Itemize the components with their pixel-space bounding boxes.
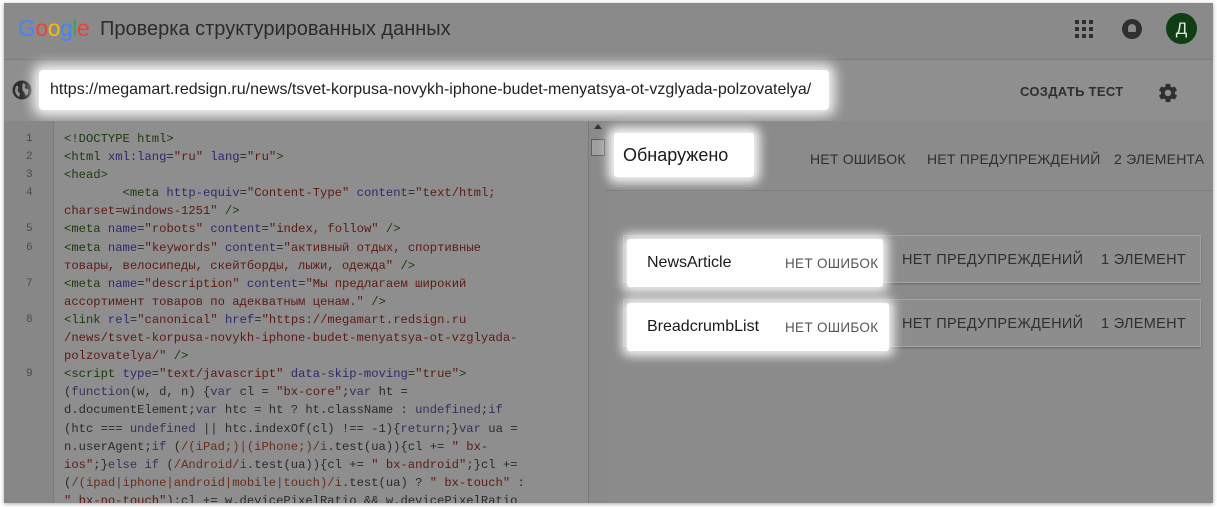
code-editor[interactable]: 1 <!DOCTYPE html> 2 <html xml:lang="ru" lan… xyxy=(4,130,588,503)
code-line: 5 <meta name="robots" content="index, fol… xyxy=(4,220,548,238)
code-text: <link rel="canonical" href="https://mega… xyxy=(64,312,518,364)
result-item-label-box: NewsArticle НЕТ ОШИБОК xyxy=(627,239,883,287)
logo-letter: o xyxy=(35,15,48,41)
line-number: 5 xyxy=(26,223,33,236)
line-number: 8 xyxy=(26,313,33,326)
code-line: 9 <script type="text/javascript" data-ski… xyxy=(4,365,548,503)
line-number: 1 xyxy=(26,133,33,145)
logo-letter: o xyxy=(47,15,61,41)
result-item-errors: НЕТ ОШИБОК xyxy=(785,320,879,335)
create-test-button[interactable]: СОЗДАТЬ ТЕСТ xyxy=(1020,84,1123,99)
result-item-count: 1 ЭЛЕМЕНТ xyxy=(1101,252,1186,268)
code-text: <meta name="keywords" content="активный … xyxy=(64,240,481,273)
result-item-label-box: BreadcrumbList НЕТ ОШИБОК xyxy=(627,303,889,351)
scroll-thumb[interactable] xyxy=(591,139,605,156)
logo-letter: e xyxy=(76,15,90,41)
code-line: 8 <link rel="canonical" href="https://meg… xyxy=(4,311,548,365)
avatar[interactable]: Д xyxy=(1166,13,1197,44)
detected-label: Обнаружено xyxy=(623,145,729,165)
google-logo[interactable]: Google xyxy=(18,15,90,42)
logo-letter: G xyxy=(18,15,36,41)
code-line: 2 <html xml:lang="ru" lang="ru"> xyxy=(4,148,548,166)
code-line: 6 <meta name="keywords" content="активный… xyxy=(4,239,548,275)
result-item-breadcrumblist[interactable]: BreadcrumbList НЕТ ОШИБОК НЕТ ПРЕДУПРЕЖД… xyxy=(623,299,1201,351)
summary-warnings: НЕТ ПРЕДУПРЕЖДЕНИЙ xyxy=(927,151,1101,167)
result-item-newsarticle[interactable]: NewsArticle НЕТ ОШИБОК НЕТ ПРЕДУПРЕЖДЕНИ… xyxy=(623,235,1201,287)
result-item-name: NewsArticle xyxy=(647,254,732,271)
top-bar: Google Проверка структурированных данных… xyxy=(4,3,1213,59)
app-title: Проверка структурированных данных xyxy=(100,18,451,40)
url-value: https://megamart.redsign.ru/news/tsvet-k… xyxy=(50,81,812,98)
code-text: <head> xyxy=(64,168,108,183)
line-number: 3 xyxy=(26,169,33,182)
globe-icon xyxy=(12,80,32,100)
result-item-count: 1 ЭЛЕМЕНТ xyxy=(1101,316,1186,332)
result-item-warnings: НЕТ ПРЕДУПРЕЖДЕНИЙ xyxy=(902,252,1084,268)
results-header: Обнаружено НЕТ ОШИБОК НЕТ ПРЕДУПРЕЖДЕНИЙ… xyxy=(606,121,1213,191)
code-scrollbar[interactable] xyxy=(588,121,606,503)
line-number: 2 xyxy=(26,151,33,164)
code-line: 3 <head> xyxy=(4,166,548,184)
results-panel: Обнаружено НЕТ ОШИБОК НЕТ ПРЕДУПРЕЖДЕНИЙ… xyxy=(606,121,1213,503)
line-number: 6 xyxy=(26,241,33,254)
result-item-name: BreadcrumbList xyxy=(647,318,760,335)
logo-letter: g xyxy=(59,15,73,41)
result-item-errors: НЕТ ОШИБОК xyxy=(785,256,879,271)
code-line: 4 <meta http-equiv="Content-Type" conten… xyxy=(4,184,548,220)
scroll-up-arrow-icon[interactable] xyxy=(594,124,602,129)
gear-icon[interactable] xyxy=(1157,82,1179,104)
app-frame: Google Проверка структурированных данных… xyxy=(4,3,1213,503)
notifications-icon[interactable] xyxy=(1122,19,1142,39)
line-number: 4 xyxy=(26,187,33,200)
code-text: <meta http-equiv="Content-Type" content=… xyxy=(64,186,496,219)
summary-errors: НЕТ ОШИБОК xyxy=(810,151,906,167)
url-input[interactable]: https://megamart.redsign.ru/news/tsvet-k… xyxy=(39,70,829,110)
url-bar: https://megamart.redsign.ru/news/tsvet-k… xyxy=(4,59,1213,121)
line-number: 9 xyxy=(26,368,33,381)
code-line: 7 <meta name="description" content="Мы пр… xyxy=(4,275,548,311)
code-line: 1 <!DOCTYPE html> xyxy=(4,130,548,148)
code-text: <meta name="robots" content="index, foll… xyxy=(64,222,401,237)
detected-label-box: Обнаружено xyxy=(614,133,754,177)
code-text: <script type="text/javascript" data-skip… xyxy=(64,367,525,503)
code-text: <meta name="description" content="Мы пре… xyxy=(64,276,467,309)
code-text: <html xml:lang="ru" lang="ru"> xyxy=(64,150,284,165)
line-number: 7 xyxy=(26,277,33,290)
code-text: <!DOCTYPE html> xyxy=(64,132,174,146)
summary-count: 2 ЭЛЕМЕНТА xyxy=(1114,151,1205,167)
source-code-panel[interactable]: 1 <!DOCTYPE html> 2 <html xml:lang="ru" lan… xyxy=(4,121,588,503)
apps-grid-icon[interactable] xyxy=(1075,20,1093,38)
result-item-warnings: НЕТ ПРЕДУПРЕЖДЕНИЙ xyxy=(902,316,1084,332)
